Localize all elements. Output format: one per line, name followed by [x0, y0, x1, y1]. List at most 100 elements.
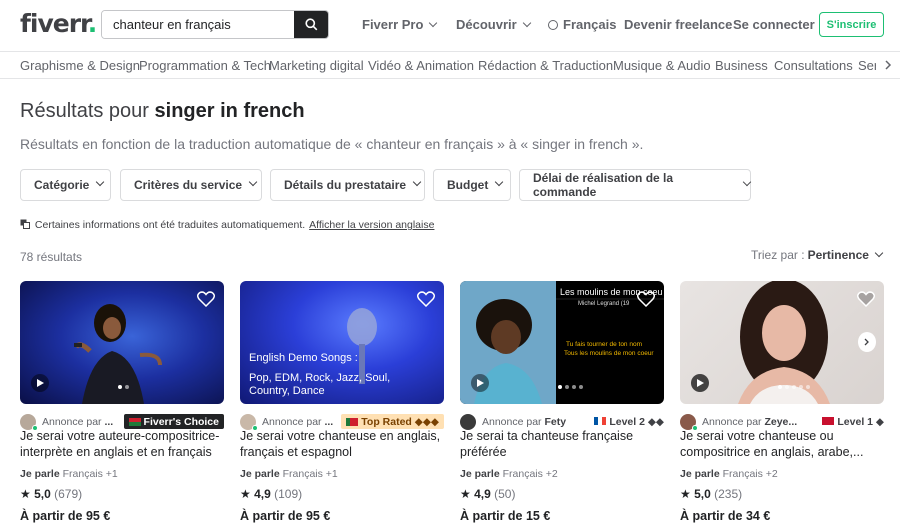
svg-text:Tous les moulins de mon coeur: Tous les moulins de mon coeur — [564, 350, 654, 357]
svg-text:Country, Dance: Country, Dance — [249, 385, 325, 397]
gig-title[interactable]: Je serai votre chanteuse en anglais, fra… — [240, 428, 444, 460]
results-subtitle: Résultats en fonction de la traduction a… — [20, 136, 644, 152]
show-english-link[interactable]: Afficher la version anglaise — [309, 219, 434, 231]
chevron-right-icon — [885, 60, 892, 70]
image-carousel-dots — [558, 385, 583, 389]
category-programming-tech[interactable]: Programmation & Tech — [139, 58, 271, 73]
seller-level-badge: Level 1 ◆ — [822, 416, 884, 428]
search-icon — [304, 18, 317, 31]
top-header: fiverr. Fiverr Pro Découvrir Français De… — [0, 0, 900, 52]
gig-title[interactable]: Je serai ta chanteuse française préférée — [460, 428, 664, 460]
chevron-down-icon — [495, 177, 504, 187]
gig-rating: ★ 4,9 (50) — [460, 487, 516, 501]
gig-price[interactable]: À partir de 34 € — [680, 509, 770, 523]
category-business[interactable]: Business — [715, 58, 768, 73]
gig-card[interactable]: English Demo Songs : Pop, EDM, Rock, Jaz… — [240, 281, 444, 530]
star-icon: ★ — [240, 487, 251, 501]
gig-price[interactable]: À partir de 15 € — [460, 509, 550, 523]
search-input[interactable] — [102, 11, 296, 38]
svg-text:Tu fais tourner de ton nom: Tu fais tourner de ton nom — [566, 341, 642, 348]
seller-level-badge: Level 2 ◆◆ — [594, 416, 664, 428]
gig-thumbnail[interactable]: English Demo Songs : Pop, EDM, Rock, Jaz… — [240, 281, 444, 404]
gig-languages: Je parle Français +2 — [460, 468, 558, 480]
chevron-down-icon — [742, 177, 752, 187]
image-carousel-dots — [778, 385, 810, 389]
nav-sign-in[interactable]: Se connecter — [733, 17, 815, 32]
play-icon[interactable] — [31, 374, 49, 392]
gig-card[interactable]: Annonce par Zeye... Level 1 ◆ Je serai v… — [680, 281, 884, 530]
gig-languages: Je parle Français +1 — [240, 468, 338, 480]
category-music-audio[interactable]: Musique & Audio — [613, 58, 711, 73]
star-icon: ★ — [680, 487, 691, 501]
search-bar — [101, 10, 329, 39]
results-count: 78 résultats — [20, 250, 83, 264]
gig-languages: Je parle Français +1 — [20, 468, 118, 480]
category-menu: Graphisme & Design Programmation & Tech … — [0, 52, 900, 79]
play-icon[interactable] — [471, 374, 489, 392]
seller-name[interactable]: Annonce par ... — [262, 416, 333, 428]
gig-thumbnail[interactable]: Les moulins de mon coeu Michel Legrand (… — [460, 281, 664, 404]
star-icon: ★ — [20, 487, 31, 501]
favorite-heart-icon[interactable] — [636, 291, 656, 312]
translation-notice: Certaines informations ont été traduites… — [20, 218, 434, 231]
search-button[interactable] — [294, 11, 328, 38]
gig-price[interactable]: À partir de 95 € — [240, 509, 330, 523]
gig-card[interactable]: Annonce par ... Fiverr's Choice Je serai… — [20, 281, 224, 530]
favorite-heart-icon[interactable] — [856, 291, 876, 312]
category-scroll-right-button[interactable] — [876, 52, 900, 78]
top-rated-badge: Top Rated ◆◆◆ — [341, 414, 444, 429]
seller-name[interactable]: Annonce par Zeye... — [702, 416, 797, 428]
join-button[interactable]: S'inscrire — [819, 12, 884, 37]
nav-language[interactable]: Français — [548, 17, 616, 32]
chevron-down-icon — [96, 177, 105, 187]
gig-card[interactable]: Les moulins de mon coeu Michel Legrand (… — [460, 281, 664, 530]
gig-rating: ★ 4,9 (109) — [240, 487, 303, 501]
results-title: Résultats pour singer in french — [20, 100, 305, 122]
gig-thumbnail[interactable] — [20, 281, 224, 404]
chevron-down-icon — [522, 18, 531, 28]
translate-icon — [20, 219, 30, 229]
star-icon: ★ — [460, 487, 471, 501]
category-writing-translation[interactable]: Rédaction & Traduction — [478, 58, 613, 73]
category-consulting[interactable]: Consultations — [774, 58, 853, 73]
gig-thumbnail[interactable] — [680, 281, 884, 404]
filter-service-options[interactable]: Critères du service — [120, 169, 262, 201]
gig-languages: Je parle Français +2 — [680, 468, 778, 480]
sort-dropdown[interactable]: Triez par : Pertinence — [751, 248, 884, 262]
svg-text:English Demo Songs :: English Demo Songs : — [249, 352, 358, 364]
seller-name[interactable]: Annonce par ... — [42, 416, 113, 428]
image-carousel-dots — [118, 385, 129, 389]
nav-become-freelancer[interactable]: Devenir freelance — [624, 17, 732, 32]
flag-icon — [346, 417, 359, 426]
favorite-heart-icon[interactable] — [416, 291, 436, 312]
filter-budget[interactable]: Budget — [433, 169, 511, 201]
filter-delivery-time[interactable]: Délai de réalisation de la commande — [519, 169, 752, 201]
gig-price[interactable]: À partir de 95 € — [20, 509, 110, 523]
gig-rating: ★ 5,0 (235) — [680, 487, 743, 501]
category-video-animation[interactable]: Vidéo & Animation — [368, 58, 474, 73]
play-icon[interactable] — [691, 374, 709, 392]
chevron-down-icon — [429, 18, 438, 28]
chevron-right-icon — [864, 338, 869, 346]
gig-rating: ★ 5,0 (679) — [20, 487, 83, 501]
filter-seller-details[interactable]: Détails du prestataire — [270, 169, 425, 201]
chevron-down-icon — [248, 177, 258, 187]
favorite-heart-icon[interactable] — [196, 291, 216, 312]
next-image-button[interactable] — [858, 332, 876, 352]
chevron-down-icon — [874, 248, 884, 258]
filter-category[interactable]: Catégorie — [20, 169, 111, 201]
flag-icon — [822, 417, 835, 425]
flag-icon — [128, 417, 141, 426]
gig-title[interactable]: Je serai votre chanteuse ou compositrice… — [680, 428, 884, 460]
gig-title[interactable]: Je serai votre auteure-compositrice-inte… — [20, 428, 224, 460]
flag-icon — [594, 417, 607, 425]
nav-discover[interactable]: Découvrir — [456, 17, 531, 32]
seller-name[interactable]: Annonce par Fety — [482, 416, 566, 428]
nav-fiverr-pro[interactable]: Fiverr Pro — [362, 17, 438, 32]
category-graphics-design[interactable]: Graphisme & Design — [20, 58, 140, 73]
category-digital-marketing[interactable]: Marketing digital — [269, 58, 364, 73]
fiverr-logo[interactable]: fiverr. — [20, 9, 97, 38]
fiverrs-choice-badge: Fiverr's Choice — [123, 414, 224, 429]
microphone-image: English Demo Songs : Pop, EDM, Rock, Jaz… — [249, 308, 390, 397]
svg-text:Pop, EDM, Rock, Jazz, Soul,: Pop, EDM, Rock, Jazz, Soul, — [249, 372, 390, 384]
